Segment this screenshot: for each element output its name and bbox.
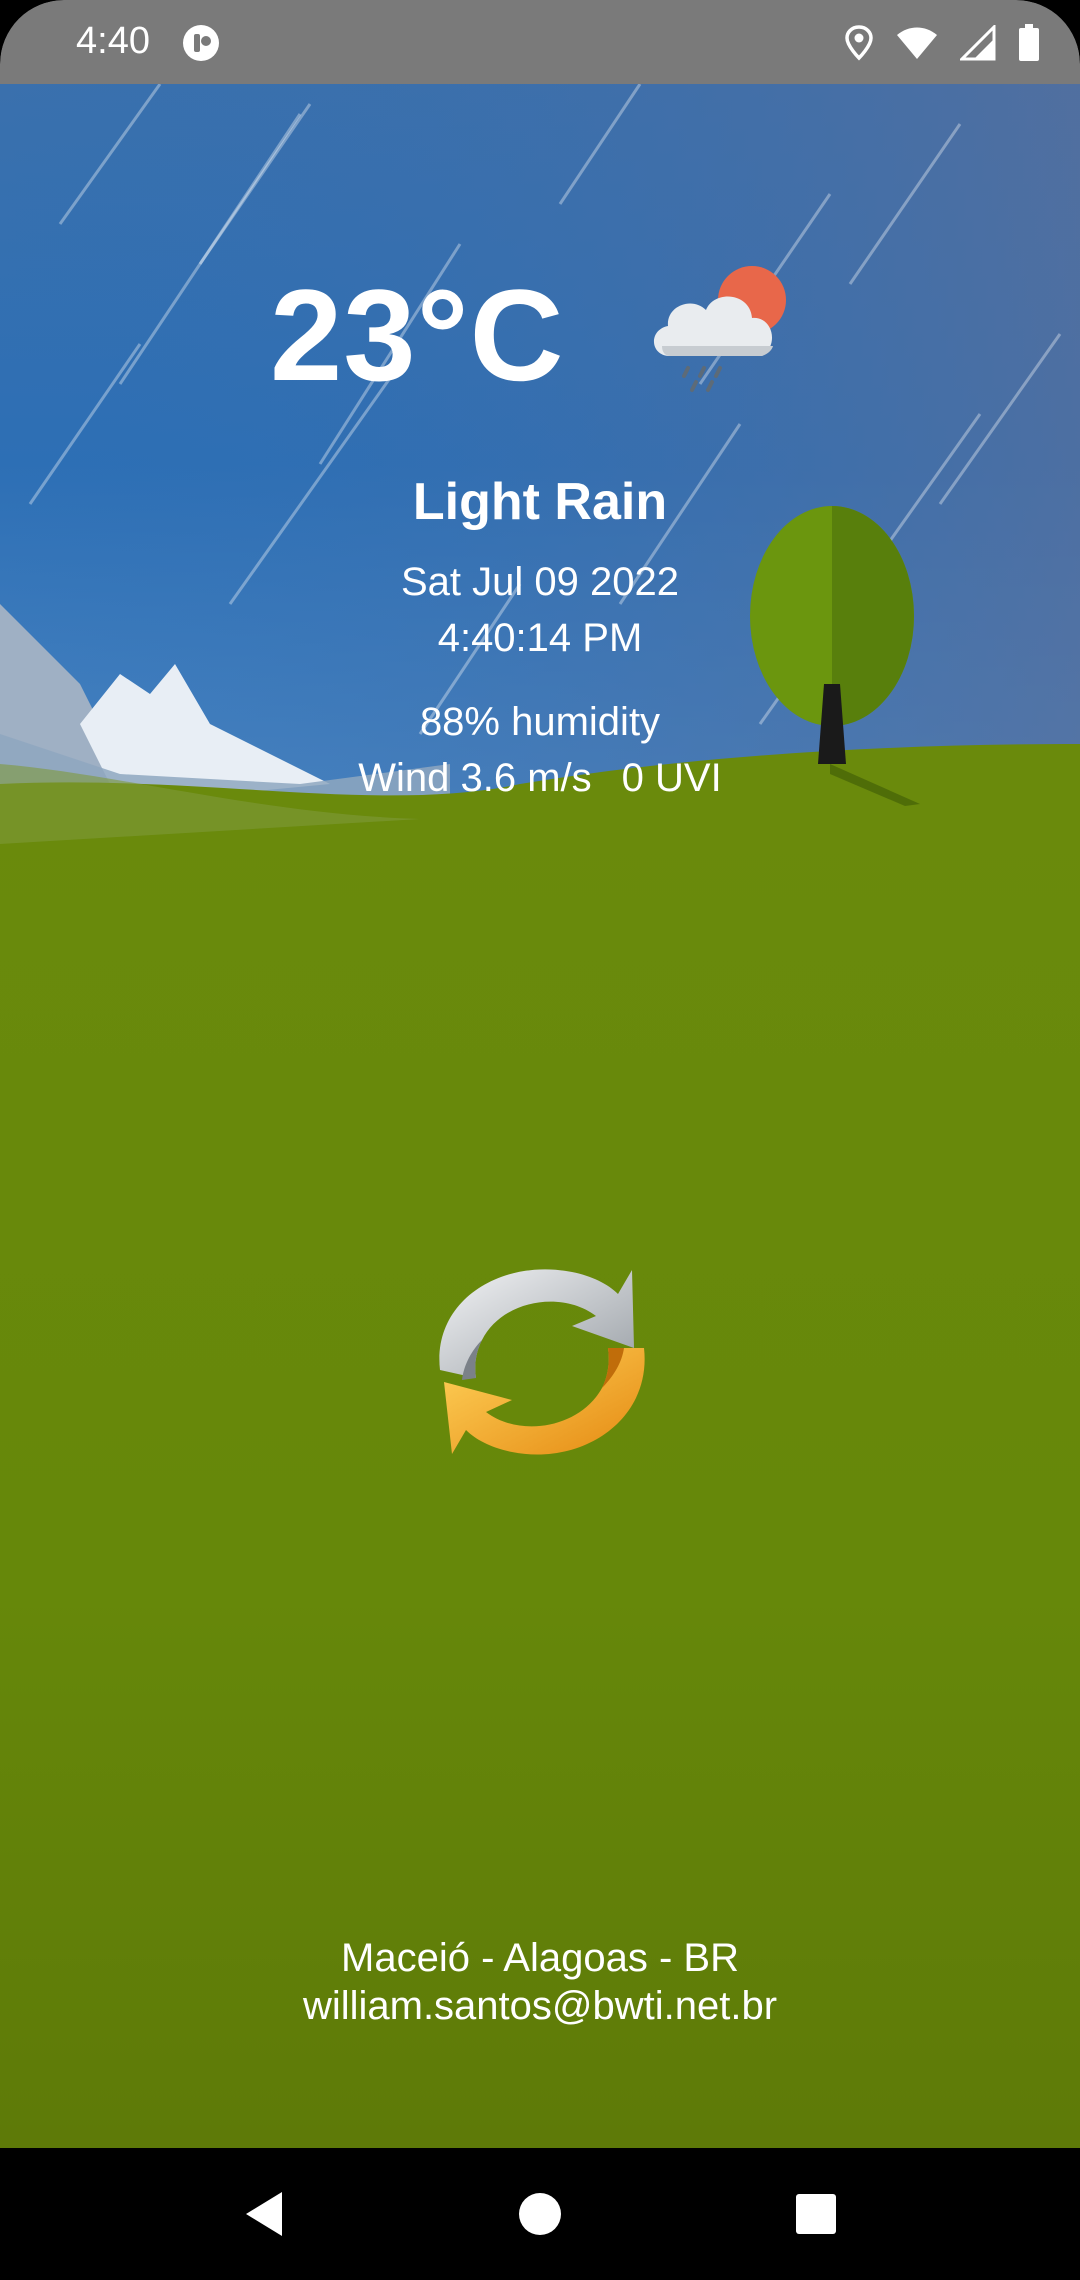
refresh-icon[interactable] [412, 1230, 668, 1486]
temperature: 23°C [270, 262, 565, 408]
wind-label: Wind 3.6 m/s [358, 756, 592, 800]
home-icon[interactable] [504, 2178, 576, 2250]
weather-scene: 23°C Light Rain Sat Jul 09 2022 4:40:14 … [0, 84, 1080, 2148]
recent-apps-icon[interactable] [780, 2178, 852, 2250]
status-icons [844, 20, 1040, 66]
wind-uvi-row: Wind 3.6 m/s 0 UVI [0, 756, 1080, 801]
humidity-label: 88% humidity [419, 700, 661, 744]
cloud-sun-rain-icon [653, 266, 786, 392]
location-label: Maceió - Alagoas - BR [341, 1936, 739, 1980]
weather-content: 23°C Light Rain Sat Jul 09 2022 4:40:14 … [0, 84, 1080, 2148]
email-label: william.santos@bwti.net.br [302, 1984, 778, 2028]
cell-signal-icon [960, 25, 996, 61]
battery-icon [1019, 24, 1039, 61]
wifi-icon [897, 27, 937, 59]
status-time: 4:40 [76, 20, 150, 62]
time-label: 4:40:14 PM [437, 616, 643, 660]
back-icon[interactable] [228, 2178, 300, 2250]
navigation-bar [0, 2148, 1080, 2280]
uvi-label: 0 UVI [621, 756, 722, 800]
date-label: Sat Jul 09 2022 [401, 560, 679, 604]
weather-condition: Light Rain [412, 473, 668, 531]
app-notification-icon [183, 25, 219, 61]
phone-screen: 4:40 23°C Light Rain Sat Jul 09 2022 4:4… [0, 0, 1080, 2280]
location-icon [845, 25, 873, 61]
status-bar: 4:40 [0, 0, 1080, 84]
